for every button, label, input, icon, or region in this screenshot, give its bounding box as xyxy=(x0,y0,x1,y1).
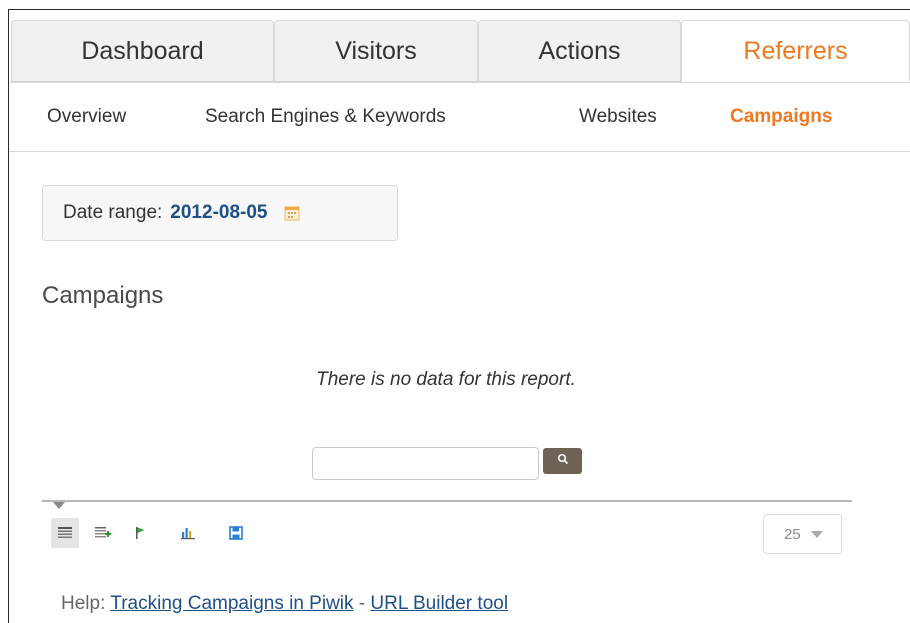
subtab-search-engines-keywords[interactable]: Search Engines & Keywords xyxy=(205,106,446,128)
date-range-value[interactable]: 2012-08-05 xyxy=(170,202,267,224)
chevron-down-icon xyxy=(810,530,823,538)
goals-flag-icon[interactable] xyxy=(126,518,154,548)
subtab-campaigns[interactable]: Campaigns xyxy=(730,106,832,128)
help-line: Help: Tracking Campaigns in Piwik - URL … xyxy=(61,593,508,615)
date-range-label: Date range: xyxy=(63,202,163,223)
search-icon xyxy=(557,452,569,470)
limit-value: 25 xyxy=(784,525,801,543)
table-more-columns-icon[interactable] xyxy=(89,518,117,548)
bar-chart-icon[interactable] xyxy=(174,518,202,548)
tab-dashboard[interactable]: Dashboard xyxy=(11,20,274,82)
url-builder-link[interactable]: URL Builder tool xyxy=(370,593,508,614)
calendar-icon[interactable] xyxy=(284,205,300,221)
main-tabs: Dashboard Visitors Actions Referrers xyxy=(11,20,910,82)
subtab-overview[interactable]: Overview xyxy=(47,106,126,128)
tab-actions-label: Actions xyxy=(538,36,621,65)
tab-dashboard-label: Dashboard xyxy=(81,36,204,65)
tab-referrers[interactable]: Referrers xyxy=(681,20,910,82)
date-range-selector[interactable]: Date range: 2012-08-05 xyxy=(42,185,398,241)
search-input[interactable] xyxy=(312,447,539,480)
limit-selector[interactable]: 25 xyxy=(763,514,842,554)
tab-referrers-label: Referrers xyxy=(743,36,848,65)
table-view-icon[interactable] xyxy=(51,518,79,548)
help-separator: - xyxy=(353,593,371,614)
tab-visitors[interactable]: Visitors xyxy=(274,20,478,82)
help-prefix: Help: xyxy=(61,593,106,614)
no-data-message: There is no data for this report. xyxy=(316,369,576,390)
tab-actions[interactable]: Actions xyxy=(478,20,681,82)
report-title: Campaigns xyxy=(42,282,164,309)
sub-tabs: Overview Search Engines & Keywords Websi… xyxy=(9,82,910,152)
subtab-websites[interactable]: Websites xyxy=(579,106,657,128)
tab-visitors-label: Visitors xyxy=(335,36,417,65)
footer-divider xyxy=(42,500,852,502)
search-button[interactable] xyxy=(543,448,582,474)
export-icon[interactable] xyxy=(222,518,250,548)
active-view-caret xyxy=(53,502,65,509)
tracking-campaigns-link[interactable]: Tracking Campaigns in Piwik xyxy=(110,593,353,614)
